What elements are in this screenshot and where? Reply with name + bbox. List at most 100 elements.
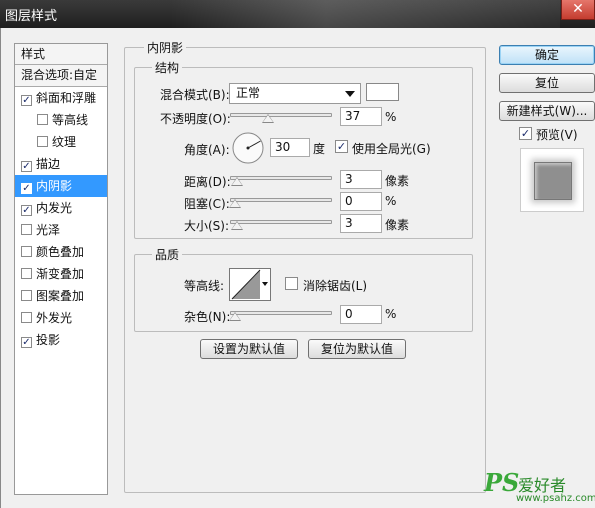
- angle-input[interactable]: 30: [270, 138, 310, 157]
- reset-button[interactable]: 复位: [499, 73, 595, 93]
- choke-slider-handle[interactable]: [229, 199, 241, 208]
- contour-dropdown-icon[interactable]: [262, 282, 268, 286]
- list-item[interactable]: 颜色叠加: [15, 241, 107, 263]
- antialias-checkbox[interactable]: [285, 277, 298, 290]
- style-checkbox[interactable]: [37, 114, 48, 125]
- list-item[interactable]: 图案叠加: [15, 285, 107, 307]
- style-checkbox[interactable]: ✓: [21, 95, 32, 106]
- style-list: 样式 混合选项:自定 ✓ 斜面和浮雕等高线纹理 ✓ 描边 ✓ 内阴影 ✓ 内发光光泽颜色叠加渐…: [14, 43, 108, 495]
- watermark-url: www.psahz.com: [516, 493, 595, 504]
- style-checkbox[interactable]: [21, 290, 32, 301]
- size-input[interactable]: 3: [340, 214, 382, 233]
- distance-input[interactable]: 3: [340, 170, 382, 189]
- list-item-label: 描边: [36, 157, 61, 171]
- structure-title: 结构: [152, 59, 183, 76]
- list-item[interactable]: ✓ 内发光: [15, 197, 107, 219]
- list-item[interactable]: 渐变叠加: [15, 263, 107, 285]
- list-item-label: 颜色叠加: [36, 245, 85, 259]
- opacity-label: 不透明度(O):: [160, 112, 231, 126]
- contour-picker[interactable]: [229, 268, 271, 301]
- close-button[interactable]: ✕: [561, 0, 595, 20]
- opacity-slider[interactable]: [230, 113, 332, 117]
- list-item[interactable]: ✓ 内阴影: [15, 175, 107, 197]
- window-title: 图层样式: [5, 9, 58, 24]
- list-item-label: 纹理: [52, 135, 77, 149]
- style-list-header: 样式: [15, 44, 107, 65]
- style-checkbox[interactable]: [37, 136, 48, 147]
- noise-input[interactable]: 0: [340, 305, 382, 324]
- noise-slider[interactable]: [230, 311, 332, 315]
- style-items: ✓ 斜面和浮雕等高线纹理 ✓ 描边 ✓ 内阴影 ✓ 内发光光泽颜色叠加渐变叠加图案叠加外发光 ✓…: [15, 87, 107, 351]
- opacity-slider-handle[interactable]: [261, 114, 274, 123]
- list-item-label: 投影: [36, 333, 61, 347]
- preview-label: 预览(V): [536, 128, 578, 142]
- list-item-label: 光泽: [36, 223, 61, 237]
- reset-default-button[interactable]: 复位为默认值: [308, 339, 406, 359]
- list-item[interactable]: 外发光: [15, 307, 107, 329]
- watermark-ps: PS: [484, 468, 520, 497]
- style-checkbox[interactable]: ✓: [21, 161, 32, 172]
- size-slider-handle[interactable]: [231, 221, 243, 230]
- list-item[interactable]: 等高线: [15, 109, 107, 131]
- style-checkbox[interactable]: [21, 312, 32, 323]
- noise-unit: %: [385, 307, 397, 321]
- distance-slider-handle[interactable]: [231, 177, 243, 186]
- style-checkbox[interactable]: ✓: [21, 337, 32, 348]
- angle-dial-icon: [232, 132, 264, 164]
- list-item-label: 图案叠加: [36, 289, 85, 303]
- list-item-label: 内阴影: [36, 179, 73, 193]
- style-checkbox[interactable]: [21, 246, 32, 257]
- choke-unit: %: [385, 194, 397, 208]
- style-preview: [520, 148, 584, 212]
- size-label: 大小(S):: [184, 219, 230, 233]
- antialias-label: 消除锯齿(L): [303, 279, 368, 293]
- blend-mode-label: 混合模式(B):: [160, 88, 230, 102]
- style-checkbox[interactable]: [21, 268, 32, 279]
- list-item-label: 渐变叠加: [36, 267, 85, 281]
- global-light-checkbox[interactable]: ✓: [335, 140, 348, 153]
- blend-mode-value: 正常: [236, 86, 261, 100]
- choke-input[interactable]: 0: [340, 192, 382, 211]
- list-item-label: 等高线: [52, 113, 89, 127]
- distance-label: 距离(D):: [184, 175, 231, 189]
- contour-label: 等高线:: [184, 279, 225, 293]
- shadow-color-swatch[interactable]: [366, 83, 399, 101]
- blend-options-item[interactable]: 混合选项:自定: [15, 65, 107, 87]
- opacity-input[interactable]: 37: [340, 107, 382, 126]
- list-item[interactable]: ✓ 描边: [15, 153, 107, 175]
- watermark: PS 爱好者 www.psahz.com: [480, 468, 595, 508]
- list-item-label: 内发光: [36, 201, 73, 215]
- list-item[interactable]: ✓ 投影: [15, 329, 107, 351]
- list-item-label: 斜面和浮雕: [36, 91, 97, 105]
- opacity-unit: %: [385, 110, 397, 124]
- set-default-button[interactable]: 设置为默认值: [200, 339, 298, 359]
- new-style-button[interactable]: 新建样式(W)...: [499, 101, 595, 121]
- choke-slider[interactable]: [230, 198, 332, 202]
- ok-button[interactable]: 确定: [499, 45, 595, 65]
- blend-mode-select[interactable]: 正常: [229, 83, 361, 104]
- list-item[interactable]: 光泽: [15, 219, 107, 241]
- preview-swatch: [534, 162, 572, 200]
- style-checkbox[interactable]: [21, 224, 32, 235]
- list-item-label: 外发光: [36, 311, 73, 325]
- chevron-down-icon: [345, 91, 355, 97]
- preview-checkbox[interactable]: ✓: [519, 127, 532, 140]
- style-checkbox[interactable]: ✓: [21, 183, 32, 194]
- angle-dial[interactable]: [231, 131, 265, 165]
- global-light-label: 使用全局光(G): [352, 142, 431, 156]
- size-unit: 像素: [385, 218, 410, 232]
- inner-shadow-title: 内阴影: [144, 39, 187, 56]
- choke-label: 阻塞(C):: [184, 197, 230, 211]
- noise-slider-handle[interactable]: [229, 312, 241, 321]
- list-item[interactable]: ✓ 斜面和浮雕: [15, 87, 107, 109]
- title-bar: 图层样式: [0, 0, 595, 28]
- angle-label: 角度(A):: [184, 143, 230, 157]
- noise-label: 杂色(N):: [184, 310, 231, 324]
- contour-linear-icon: [231, 269, 261, 300]
- style-checkbox[interactable]: ✓: [21, 205, 32, 216]
- angle-unit: 度: [313, 142, 326, 156]
- list-item[interactable]: 纹理: [15, 131, 107, 153]
- distance-slider[interactable]: [230, 176, 332, 180]
- quality-title: 品质: [152, 246, 183, 263]
- size-slider[interactable]: [230, 220, 332, 224]
